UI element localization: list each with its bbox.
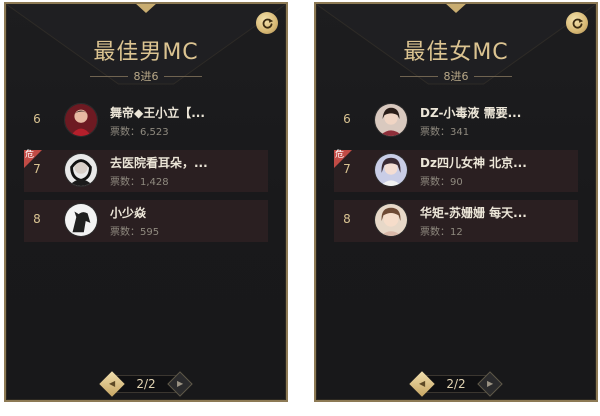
prev-arrow-icon: ◀ xyxy=(418,379,426,388)
vote-count: 票数：595 xyxy=(110,227,160,238)
panel-title: 最佳男MC xyxy=(93,40,199,65)
avatar[interactable] xyxy=(64,103,98,137)
contestant-name[interactable]: 小少焱 xyxy=(110,204,268,221)
page-indicator: 2/2 xyxy=(136,377,156,391)
rank-number: 7 xyxy=(343,162,351,176)
next-arrow-icon: ▶ xyxy=(176,379,184,388)
vote-count: 票数：12 xyxy=(420,227,463,238)
contestant-name[interactable]: DZ-小毒液 需要... xyxy=(420,104,578,121)
rank-number: 8 xyxy=(343,212,351,226)
refresh-icon xyxy=(262,18,273,28)
round-label: 8进6 xyxy=(443,70,469,83)
ranking-row[interactable]: 6 舞帝◆王小立【... 票数：6,523 xyxy=(24,100,268,142)
divider xyxy=(90,76,128,77)
prev-arrow-icon: ◀ xyxy=(108,379,116,388)
avatar[interactable] xyxy=(64,153,98,187)
divider xyxy=(474,76,512,77)
refresh-button[interactable] xyxy=(566,12,588,34)
contestant-name[interactable]: 去医院看耳朵，... xyxy=(110,154,268,171)
page-indicator: 2/2 xyxy=(446,377,466,391)
panel-title: 最佳女MC xyxy=(403,40,509,65)
divider xyxy=(400,76,438,77)
refresh-icon xyxy=(572,18,583,28)
rank-number: 6 xyxy=(343,112,351,126)
vote-count: 票数：341 xyxy=(420,127,470,138)
vote-count: 票数：6,523 xyxy=(110,127,169,138)
pagination: ◀ 2/2 ▶ xyxy=(408,371,504,397)
danger-badge-label: 危 xyxy=(335,150,345,160)
ranking-row-danger[interactable]: 8 小少焱 票数：595 xyxy=(24,200,268,242)
divider xyxy=(164,76,202,77)
contestant-name[interactable]: Dz四儿女神 北京... xyxy=(420,154,578,171)
vote-count: 票数：1,428 xyxy=(110,177,169,188)
mc-panel-male: 最佳男MC 8进6 6 舞帝◆王小立【... 票数：6,523 危 7 去医院看… xyxy=(4,2,288,402)
ranking-row[interactable]: 6 DZ-小毒液 需要... 票数：341 xyxy=(334,100,578,142)
avatar[interactable] xyxy=(64,203,98,237)
mc-panel-female: 最佳女MC 8进6 6 DZ-小毒液 需要... 票数：341 危 7 Dz四儿… xyxy=(314,2,598,402)
avatar[interactable] xyxy=(374,203,408,237)
ranking-row-danger[interactable]: 危 7 去医院看耳朵，... 票数：1,428 xyxy=(24,150,268,192)
pagination: ◀ 2/2 ▶ xyxy=(98,371,194,397)
panel-subtitle: 8进6 xyxy=(6,68,286,84)
panel-subtitle: 8进6 xyxy=(316,68,596,84)
avatar[interactable] xyxy=(374,103,408,137)
ranking-row-danger[interactable]: 8 华矩-苏姗姗 每天... 票数：12 xyxy=(334,200,578,242)
ranking-list: 6 DZ-小毒液 需要... 票数：341 危 7 Dz四儿女神 北京... 票… xyxy=(334,100,578,250)
rank-number: 8 xyxy=(33,212,41,226)
rank-number: 6 xyxy=(33,112,41,126)
danger-badge-label: 危 xyxy=(25,150,35,160)
vote-count: 票数：90 xyxy=(420,177,463,188)
contestant-name[interactable]: 舞帝◆王小立【... xyxy=(110,104,268,121)
contestant-name[interactable]: 华矩-苏姗姗 每天... xyxy=(420,204,578,221)
round-label: 8进6 xyxy=(133,70,159,83)
next-arrow-icon: ▶ xyxy=(486,379,494,388)
ranking-list: 6 舞帝◆王小立【... 票数：6,523 危 7 去医院看耳朵，... 票数：… xyxy=(24,100,268,250)
avatar[interactable] xyxy=(374,153,408,187)
ranking-row-danger[interactable]: 危 7 Dz四儿女神 北京... 票数：90 xyxy=(334,150,578,192)
refresh-button[interactable] xyxy=(256,12,278,34)
rank-number: 7 xyxy=(33,162,41,176)
